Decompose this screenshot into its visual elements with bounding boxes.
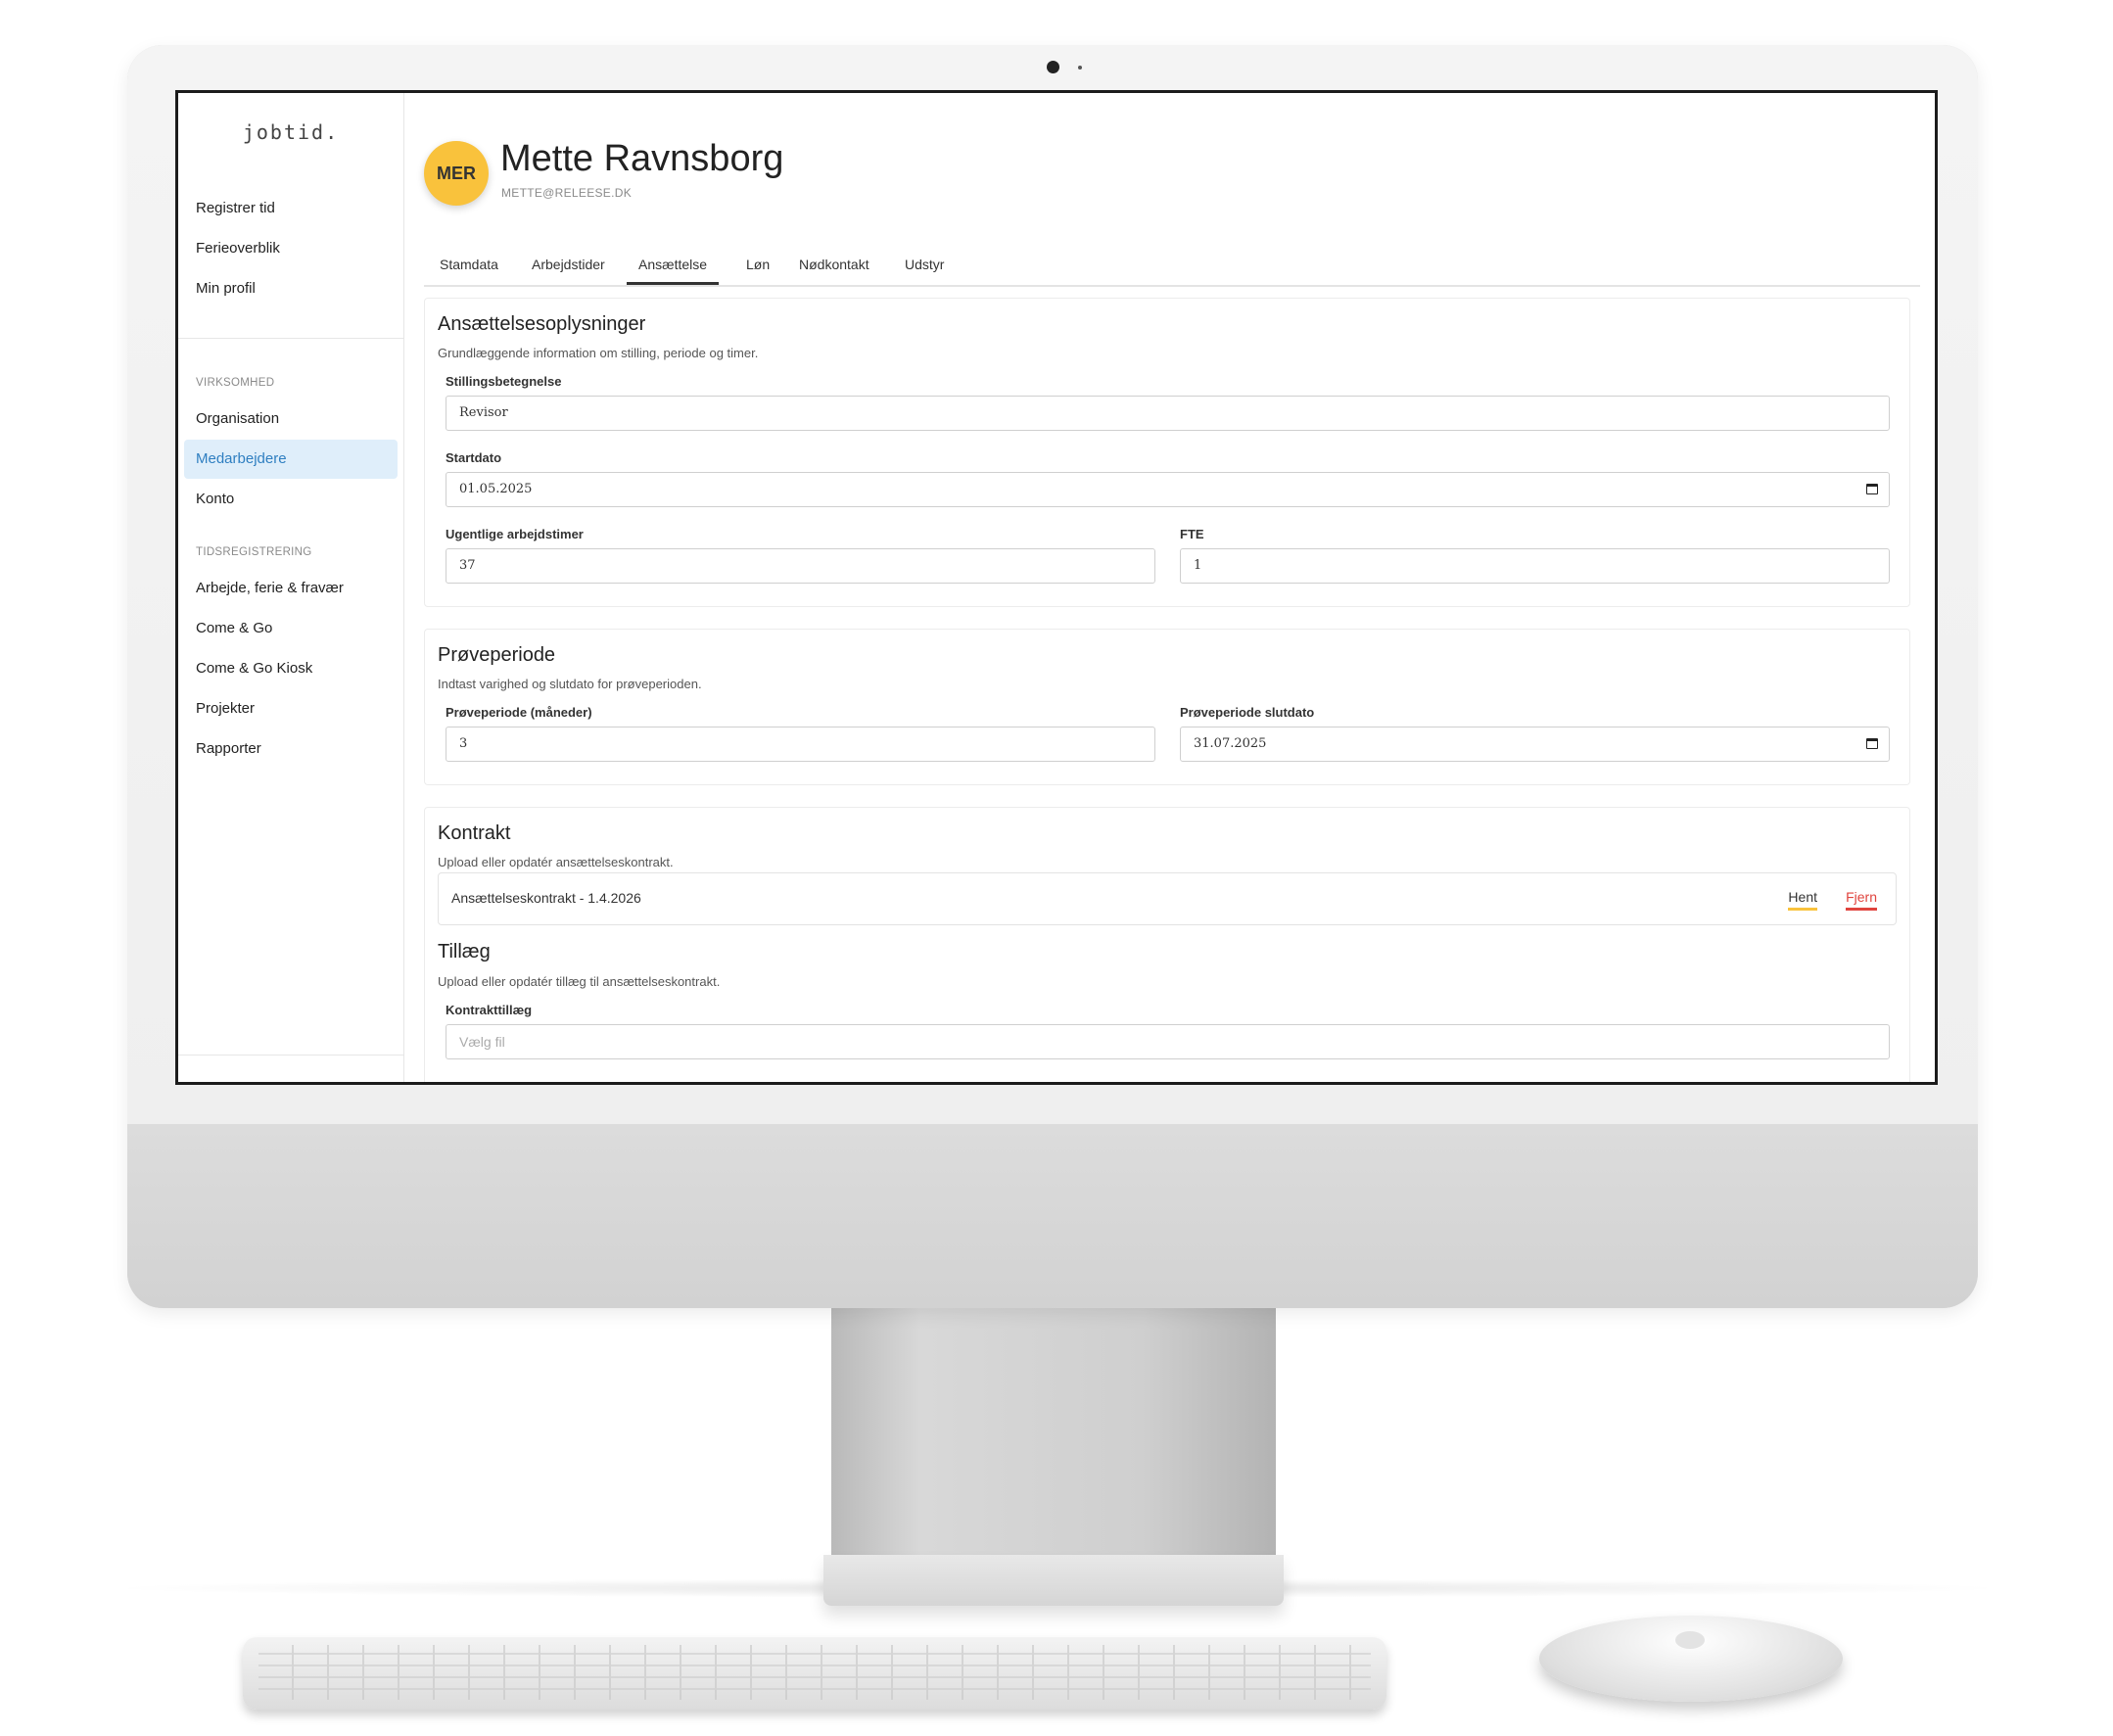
job-title-input[interactable]: Revisor	[446, 396, 1890, 431]
calendar-icon[interactable]	[1866, 738, 1878, 749]
contract-file-name: Ansættelseskontrakt - 1.4.2026	[451, 890, 641, 906]
sidebar-divider	[178, 338, 403, 339]
monitor-stand-foot	[823, 1555, 1284, 1606]
page-title: Mette Ravnsborg	[500, 138, 784, 179]
start-date-input[interactable]: 01.05.2025	[446, 472, 1890, 507]
probation-months-input[interactable]: 3	[446, 727, 1155, 762]
card-subtitle: Grundlæggende information om stilling, p…	[438, 346, 759, 360]
sidebar-item-come-go-kiosk[interactable]: Come & Go Kiosk	[184, 649, 398, 688]
addendum-title: Tillæg	[438, 941, 491, 962]
tab-bar: Stamdata Arbejdstider Ansættelse Løn Nød…	[424, 248, 1920, 287]
sidebar-item-come-go[interactable]: Come & Go	[184, 609, 398, 648]
remove-button[interactable]: Fjern	[1846, 889, 1877, 911]
start-date-label: Startdato	[446, 450, 502, 465]
user-email: METTE@RELEESE.DK	[501, 186, 633, 200]
tab-noedkontakt[interactable]: Nødkontakt	[787, 248, 881, 285]
probation-card: Prøveperiode Indtast varighed og slutdat…	[424, 629, 1910, 785]
probation-end-input[interactable]: 31.07.2025	[1180, 727, 1890, 762]
addendum-label: Kontrakttillæg	[446, 1003, 533, 1017]
sidebar-item-registrer-tid[interactable]: Registrer tid	[184, 189, 398, 228]
addendum-file-input[interactable]: Vælg fil	[446, 1024, 1890, 1059]
probation-months-label: Prøveperiode (måneder)	[446, 705, 592, 720]
sidebar-bottom-divider	[178, 1055, 403, 1056]
main-content: MER Mette Ravnsborg METTE@RELEESE.DK Sta…	[404, 93, 1935, 1082]
card-subtitle: Upload eller opdatér ansættelseskontrakt…	[438, 855, 674, 869]
sidebar-item-organisation[interactable]: Organisation	[184, 399, 398, 439]
contract-card: Kontrakt Upload eller opdatér ansættelse…	[424, 807, 1910, 1082]
contract-file-row: Ansættelseskontrakt - 1.4.2026 Hent Fjer…	[438, 872, 1897, 925]
monitor-chin	[127, 1124, 1978, 1308]
camera-icon	[1047, 61, 1059, 73]
card-title: Prøveperiode	[438, 644, 556, 666]
keyboard	[243, 1637, 1386, 1710]
tab-ansaettelse[interactable]: Ansættelse	[627, 248, 720, 285]
sidebar-section-tidsregistrering: TIDSREGISTRERING	[196, 546, 312, 558]
sidebar: jobtid. Registrer tid Ferieoverblik Min …	[178, 93, 404, 1082]
card-title: Kontrakt	[438, 822, 511, 844]
calendar-icon[interactable]	[1866, 484, 1878, 494]
keyboard-keys	[258, 1645, 1371, 1700]
fte-input[interactable]: 1	[1180, 548, 1890, 584]
sidebar-item-ferieoverblik[interactable]: Ferieoverblik	[184, 229, 398, 268]
probation-end-value: 31.07.2025	[1194, 736, 1267, 751]
tab-udstyr[interactable]: Udstyr	[893, 248, 956, 285]
start-date-value: 01.05.2025	[459, 482, 533, 496]
employment-card: Ansættelsesoplysninger Grundlæggende inf…	[424, 298, 1910, 607]
fte-label: FTE	[1180, 527, 1204, 541]
sidebar-item-min-profil[interactable]: Min profil	[184, 269, 398, 308]
probation-end-label: Prøveperiode slutdato	[1180, 705, 1315, 720]
card-title: Ansættelsesoplysninger	[438, 313, 646, 335]
addendum-subtitle: Upload eller opdatér tillæg til ansættel…	[438, 974, 721, 989]
sidebar-item-rapporter[interactable]: Rapporter	[184, 729, 398, 769]
sidebar-item-konto[interactable]: Konto	[184, 480, 398, 519]
monitor-stand	[831, 1308, 1276, 1555]
mouse	[1539, 1616, 1843, 1702]
sidebar-item-medarbejdere[interactable]: Medarbejdere	[184, 440, 398, 479]
sidebar-item-arbejde-ferie-fravaer[interactable]: Arbejde, ferie & fravær	[184, 569, 398, 608]
card-subtitle: Indtast varighed og slutdato for prøvepe…	[438, 677, 702, 691]
tab-loen[interactable]: Løn	[734, 248, 781, 285]
screen: jobtid. Registrer tid Ferieoverblik Min …	[175, 90, 1938, 1085]
app-logo[interactable]: jobtid.	[178, 120, 403, 144]
sidebar-section-virksomhed: VIRKSOMHED	[196, 377, 275, 389]
avatar: MER	[424, 141, 489, 206]
download-button[interactable]: Hent	[1788, 889, 1817, 911]
sidebar-item-projekter[interactable]: Projekter	[184, 689, 398, 728]
tab-stamdata[interactable]: Stamdata	[428, 248, 510, 285]
sensor-dot	[1078, 66, 1082, 70]
apple-logo-icon	[1675, 1631, 1705, 1649]
weekly-hours-label: Ugentlige arbejdstimer	[446, 527, 584, 541]
tab-arbejdstider[interactable]: Arbejdstider	[520, 248, 617, 285]
weekly-hours-input[interactable]: 37	[446, 548, 1155, 584]
job-title-label: Stillingsbetegnelse	[446, 374, 562, 389]
